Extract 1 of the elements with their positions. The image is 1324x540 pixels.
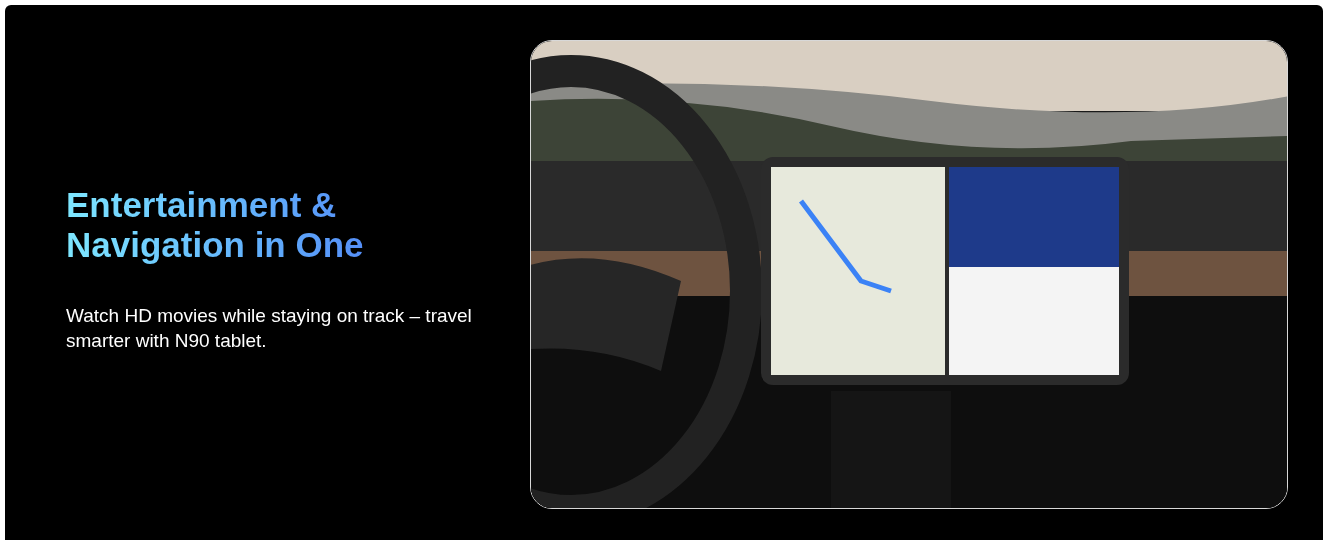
banner-description: Watch HD movies while staying on track – travel smarter with N90 tablet. [66,304,473,353]
